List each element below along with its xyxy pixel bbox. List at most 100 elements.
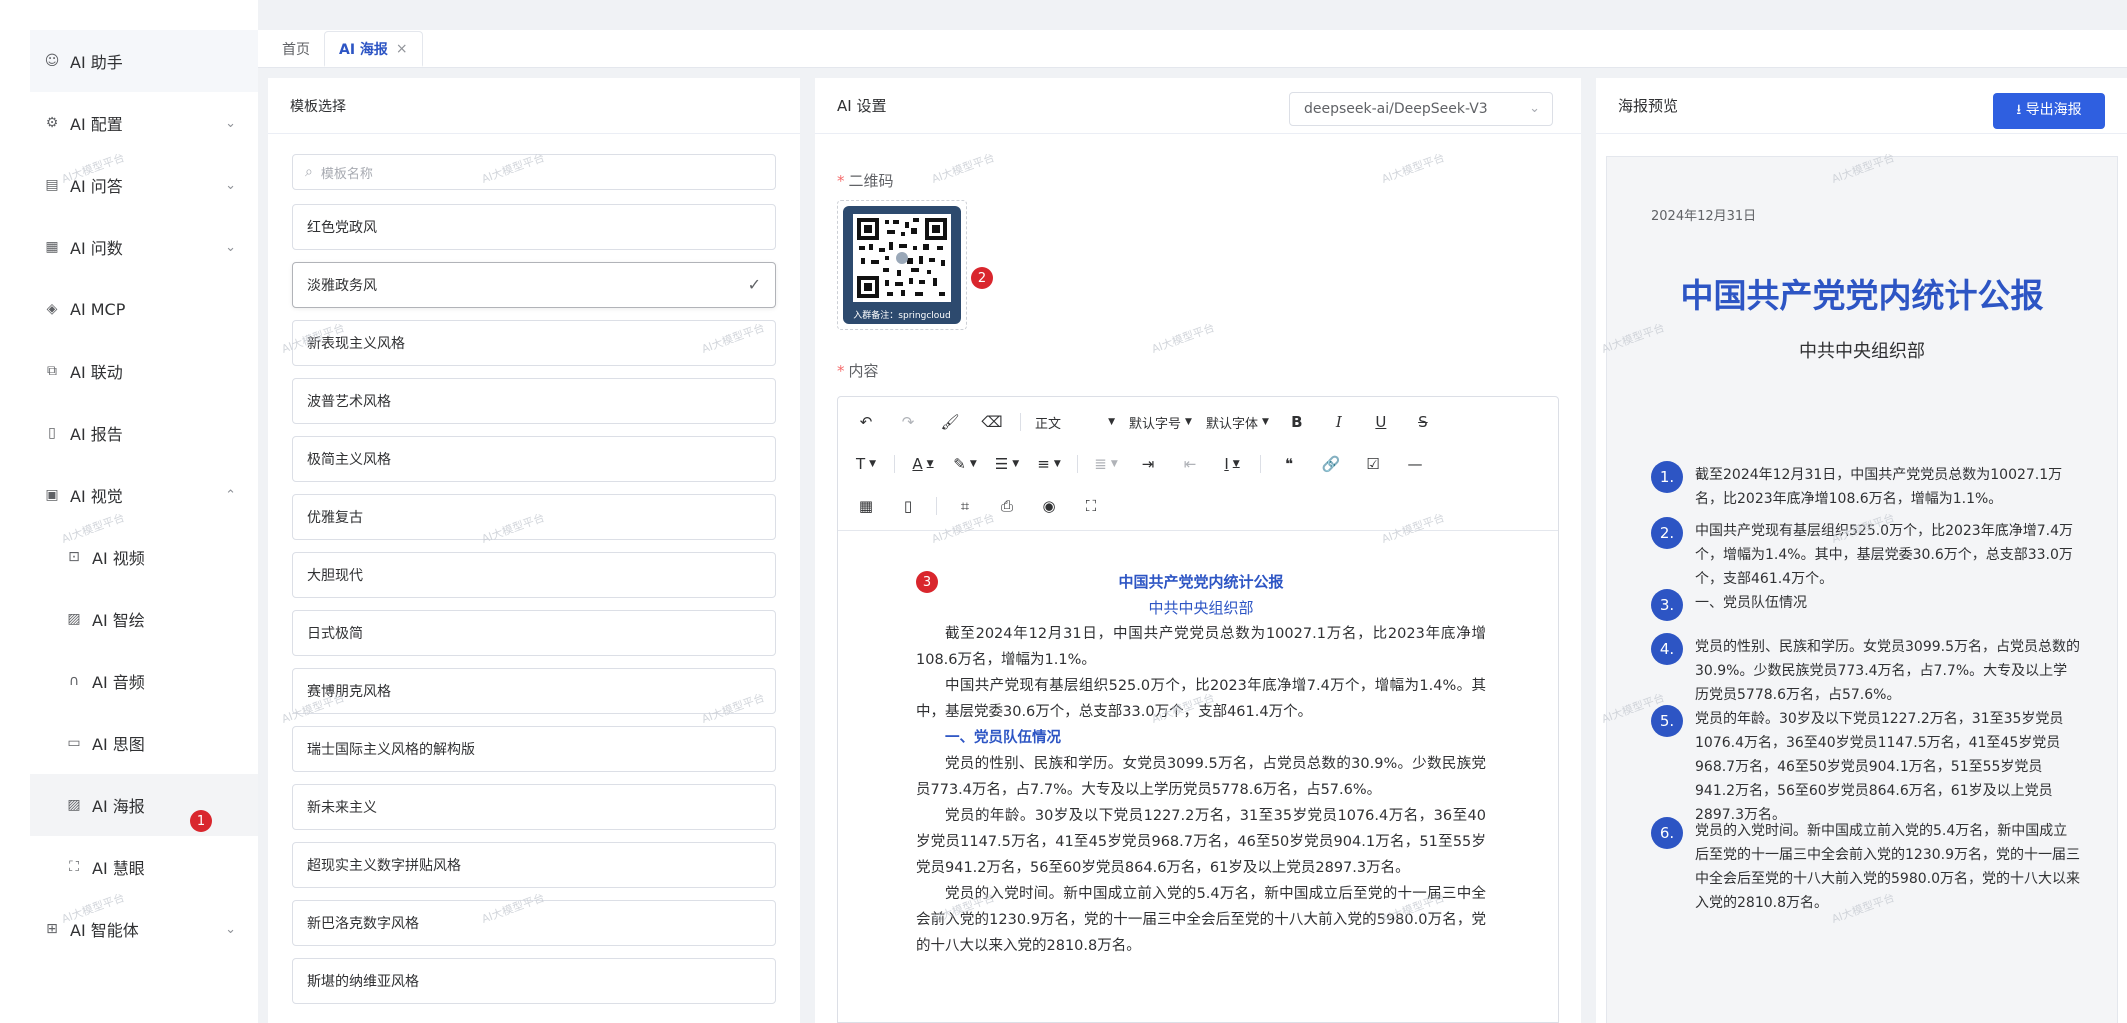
todo-icon[interactable]: ☑: [1359, 450, 1387, 478]
tab-ai-poster[interactable]: AI 海报 ×: [324, 31, 423, 67]
template-search-input[interactable]: ⌕ 模板名称: [292, 154, 776, 190]
sidebar-item-ai-video[interactable]: ⊡ AI 视频: [30, 526, 258, 588]
close-icon[interactable]: ×: [396, 41, 408, 57]
poster-item: 5. 党员的年龄。30岁及以下党员1227.2万名，31至35岁党员1076.4万…: [1651, 705, 2081, 827]
print-icon[interactable]: ⎙: [993, 492, 1021, 520]
sidebar-item-label: AI 思图: [92, 735, 145, 754]
check-icon: ✓: [747, 275, 761, 294]
sidebar-item-ai-link[interactable]: ⧉ AI 联动: [30, 340, 258, 402]
toolbar-divider: [1077, 455, 1078, 473]
model-select[interactable]: deepseek-ai/DeepSeek-V3 ⌄: [1289, 92, 1553, 126]
doc-paragraph: 截至2024年12月31日，中国共产党党员总数为10027.1万名，比2023年…: [916, 626, 1486, 668]
tab-home[interactable]: 首页: [268, 31, 324, 67]
numbered-list-icon[interactable]: ≡ ▼: [1035, 450, 1063, 478]
template-list: 红色党政风淡雅政务风 ✓ 新表现主义风格 波普艺术风格极简主义风格优雅复古大胆现代日式…: [292, 204, 776, 1016]
table-icon[interactable]: ▦: [852, 492, 880, 520]
template-item-label: 日式极简: [307, 626, 363, 642]
bullet-list-icon[interactable]: ☰ ▼: [993, 450, 1021, 478]
caret-down-icon: ▼: [969, 459, 977, 469]
text-size-icon[interactable]: T ▼: [852, 450, 880, 478]
font-family-select[interactable]: 默认字体 ▼: [1206, 408, 1269, 436]
strikethrough-icon[interactable]: S: [1409, 408, 1437, 436]
underline-icon[interactable]: U: [1367, 408, 1395, 436]
sidebar-item-ai-data[interactable]: ▦ AI 问数 ⌄: [30, 216, 258, 278]
fullscreen-icon[interactable]: ⛶: [1077, 492, 1105, 520]
sidebar-item-ai-poster[interactable]: ▨ AI 海报 1: [30, 774, 258, 836]
outdent-icon[interactable]: ⇤: [1176, 450, 1204, 478]
sidebar-item-ai-paint[interactable]: ▨ AI 智绘: [30, 588, 258, 650]
template-item[interactable]: 新未来主义: [292, 784, 776, 830]
sidebar-item-ai-mindmap[interactable]: ▭ AI 思图: [30, 712, 258, 774]
highlight-icon[interactable]: ✎ ▼: [951, 450, 979, 478]
font-color-icon[interactable]: A ▼: [909, 450, 937, 478]
clear-format-icon[interactable]: ⌫: [978, 408, 1006, 436]
poster-subtitle: 中共中央组织部: [1799, 341, 1925, 362]
export-poster-button[interactable]: ⭳ 导出海报: [1993, 93, 2105, 129]
template-item[interactable]: 瑞士国际主义风格的解构版: [292, 726, 776, 772]
template-item[interactable]: 波普艺术风格: [292, 378, 776, 424]
divider-line-icon[interactable]: —: [1401, 450, 1429, 478]
chevron-down-icon: ⌄: [225, 240, 236, 255]
step-badge-2: 2: [971, 267, 993, 289]
indent-icon[interactable]: ⇥: [1134, 450, 1162, 478]
sidebar-item-label: AI 助手: [70, 53, 123, 72]
sidebar-item-ai-agent[interactable]: ⊞ AI 智能体 ⌄: [30, 898, 258, 960]
chevron-up-icon: ⌃: [225, 488, 236, 503]
required-mark: *: [837, 362, 845, 380]
required-mark: *: [837, 172, 845, 190]
paragraph-select[interactable]: 正文 ▼: [1035, 408, 1115, 436]
quote-icon[interactable]: ❝: [1275, 450, 1303, 478]
align-icon[interactable]: ≣ ▼: [1092, 450, 1120, 478]
file-icon[interactable]: ▯: [894, 492, 922, 520]
paragraph-value: 正文: [1035, 416, 1062, 432]
sidebar-item-ai-eye[interactable]: ⛶ AI 慧眼: [30, 836, 258, 898]
editor-content[interactable]: 中国共产党党内统计公报 中共中央组织部 截至2024年12月31日，中国共产党党…: [916, 569, 1486, 959]
code-block-icon[interactable]: ⌗: [951, 492, 979, 520]
sidebar-item-ai-qa[interactable]: ▤ AI 问答 ⌄: [30, 154, 258, 216]
template-item[interactable]: 超现实主义数字拼贴风格: [292, 842, 776, 888]
font-size-value: 默认字号: [1129, 416, 1182, 432]
template-item-label: 红色党政风: [307, 220, 377, 236]
undo-icon[interactable]: ↶: [852, 408, 880, 436]
bold-icon[interactable]: B: [1283, 408, 1311, 436]
sidebar-item-label: AI 配置: [70, 115, 123, 134]
sidebar-item-ai-report[interactable]: ▯ AI 报告: [30, 402, 258, 464]
preview-eye-icon[interactable]: ◉: [1035, 492, 1063, 520]
toolbar-row: ▦ ▯ ⌗ ⎙ ◉ ⛶: [838, 485, 1119, 527]
caret-down-icon: ▼: [1108, 417, 1115, 427]
template-item[interactable]: 斯堪的纳维亚风格: [292, 958, 776, 1004]
sidebar-item-ai-assistant[interactable]: ☺ AI 助手: [30, 30, 258, 92]
chat-icon: ▤: [45, 177, 59, 193]
template-item-label: 淡雅政务风: [307, 278, 377, 294]
sidebar-item-ai-config[interactable]: ⚙ AI 配置 ⌄: [30, 92, 258, 154]
toolbar-divider: [936, 497, 937, 515]
poster-item: 6. 党员的入党时间。新中国成立前入党的5.4万名，新中国成立后至党的十一届三中全…: [1651, 817, 2081, 915]
chevron-down-icon: ⌄: [225, 922, 236, 937]
sidebar-item-label: AI 智绘: [92, 611, 145, 630]
chevron-down-icon: ⌄: [225, 116, 236, 131]
template-item[interactable]: 优雅复古: [292, 494, 776, 540]
redo-icon[interactable]: ↷: [894, 408, 922, 436]
template-item-label: 极简主义风格: [307, 452, 391, 468]
template-item[interactable]: 新巴洛克数字风格: [292, 900, 776, 946]
sidebar-item-ai-mcp[interactable]: ◈ AI MCP: [30, 278, 258, 340]
report-icon: ▯: [48, 425, 56, 441]
sidebar-item-ai-audio[interactable]: ∩ AI 音频: [30, 650, 258, 712]
template-item[interactable]: 极简主义风格: [292, 436, 776, 482]
template-item[interactable]: 赛博朋克风格: [292, 668, 776, 714]
caret-down-icon: ▼: [1110, 459, 1118, 469]
ai-settings-panel: AI 设置 deepseek-ai/DeepSeek-V3 ⌄ * 二维码 入群…: [815, 78, 1581, 1023]
link-icon[interactable]: 🔗: [1317, 450, 1345, 478]
font-size-select[interactable]: 默认字号 ▼: [1129, 408, 1192, 436]
sidebar-item-ai-vision[interactable]: ▣ AI 视觉 ⌃: [30, 464, 258, 526]
plug-icon: ◈: [46, 301, 58, 317]
template-item[interactable]: 淡雅政务风 ✓: [292, 262, 776, 308]
line-height-icon[interactable]: Ⅰ ▼: [1218, 450, 1246, 478]
italic-icon[interactable]: I: [1325, 408, 1353, 436]
template-item[interactable]: 日式极简: [292, 610, 776, 656]
format-painter-icon[interactable]: 🖌: [936, 408, 964, 436]
template-item[interactable]: 新表现主义风格: [292, 320, 776, 366]
qr-upload[interactable]: 入群备注：springcloud: [837, 200, 967, 330]
template-item[interactable]: 红色党政风: [292, 204, 776, 250]
template-item[interactable]: 大胆现代: [292, 552, 776, 598]
